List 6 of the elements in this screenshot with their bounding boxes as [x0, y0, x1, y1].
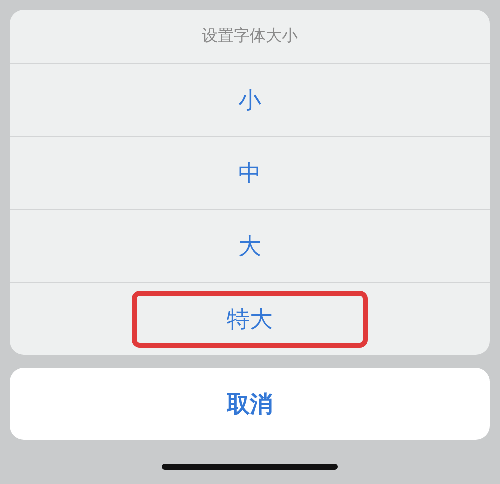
font-size-option[interactable]: 中: [238, 158, 262, 188]
sheet-title: 设置字体大小: [10, 10, 490, 64]
font-size-option[interactable]: 小: [238, 84, 262, 116]
cancel-button[interactable]: 取消: [10, 368, 490, 440]
font-size-option[interactable]: 特大: [132, 290, 368, 348]
font-size-option[interactable]: 大: [238, 230, 262, 262]
